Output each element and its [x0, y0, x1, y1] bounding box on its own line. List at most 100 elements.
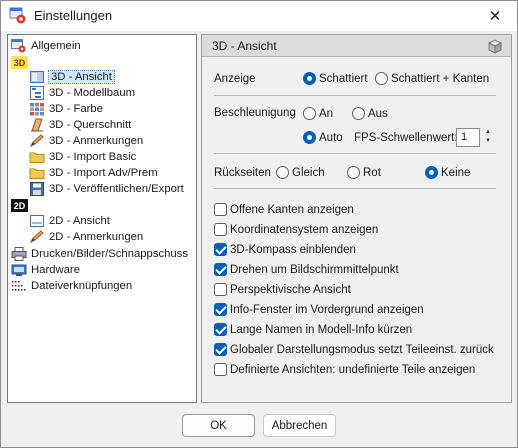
folder-icon	[29, 152, 45, 163]
rueckseiten-label: Rückseiten	[214, 167, 271, 179]
rueckseiten-keine-label[interactable]: Keine	[441, 167, 470, 179]
close-icon: ✕	[488, 8, 502, 25]
tree-item-label: Hardware	[31, 264, 80, 276]
tree-item-3d-export[interactable]: 3D - Veröffentlichen/Export	[29, 181, 184, 197]
pencil-icon	[29, 134, 44, 148]
definierte-ansichten-label[interactable]: Definierte Ansichten: undefinierte Teile…	[230, 364, 475, 376]
tree-item-3d-querschnitt[interactable]: 3D - Querschnitt	[29, 117, 131, 133]
file-links-icon	[12, 281, 26, 291]
tree-item-dateiverknuepfungen[interactable]: Dateiverknüpfungen	[11, 278, 132, 294]
anzeige-kanten-radio[interactable]	[375, 72, 388, 85]
hardware-icon	[11, 264, 27, 276]
settings-dialog: Einstellungen ✕ Allgemein 3D 3D - Ansich…	[0, 0, 518, 448]
drehen-label[interactable]: Drehen um Bildschirmmittelpunkt	[230, 264, 399, 276]
cube-icon	[487, 39, 503, 54]
tree-item-label: 3D - Modellbaum	[49, 87, 136, 99]
separator	[214, 153, 496, 154]
save-icon	[30, 182, 44, 196]
title-bar: Einstellungen ✕	[1, 1, 517, 31]
koordinatensystem-checkbox[interactable]	[214, 223, 227, 236]
tree-item-2d-anmerkungen[interactable]: 2D - Anmerkungen	[29, 229, 143, 245]
tree-item-label: Allgemein	[31, 40, 81, 52]
lange-namen-label[interactable]: Lange Namen in Modell-Info kürzen	[230, 324, 412, 336]
beschleunigung-aus-radio[interactable]	[352, 107, 365, 120]
tree-item-3d-farbe[interactable]: 3D - Farbe	[29, 101, 103, 117]
separator	[214, 95, 496, 96]
tree-item-label: 3D - Import Basic	[49, 151, 137, 163]
lange-namen-checkbox[interactable]	[214, 323, 227, 336]
koordinatensystem-label[interactable]: Koordinatensystem anzeigen	[230, 224, 378, 236]
darstellungsmodus-checkbox[interactable]	[214, 343, 227, 356]
kompass-checkbox[interactable]	[214, 243, 227, 256]
tree-item-label: 3D - Import Adv/Prem	[49, 167, 158, 179]
spin-up-icon[interactable]: ▲	[482, 128, 494, 137]
pencil-icon	[29, 230, 44, 244]
settings-icon	[11, 39, 26, 53]
info-fenster-label[interactable]: Info-Fenster im Vordergrund anzeigen	[230, 304, 424, 316]
spin-down-icon[interactable]: ▼	[482, 137, 494, 146]
perspektive-label[interactable]: Perspektivische Ansicht	[230, 284, 351, 296]
tree-item-hardware[interactable]: Hardware	[11, 262, 80, 278]
view-icon	[30, 215, 44, 227]
info-fenster-checkbox[interactable]	[214, 303, 227, 316]
beschleunigung-auto-radio[interactable]	[303, 131, 316, 144]
tree-item-3d-anmerkungen[interactable]: 3D - Anmerkungen	[29, 133, 143, 149]
tree-group-2d-badge: 2D	[11, 199, 28, 212]
panel-title: 3D - Ansicht	[212, 39, 277, 53]
kompass-label[interactable]: 3D-Kompass einblenden	[230, 244, 356, 256]
rueckseiten-rot-radio[interactable]	[347, 166, 360, 179]
folder-icon	[29, 168, 45, 179]
fps-threshold-label: FPS-Schwellenwert:	[354, 132, 458, 144]
app-settings-icon	[9, 7, 26, 24]
tree-item-2d-ansicht[interactable]: 2D - Ansicht	[29, 213, 110, 229]
tree-item-3d-import-basic[interactable]: 3D - Import Basic	[29, 149, 136, 165]
tree-item-label: 3D - Querschnitt	[49, 119, 132, 131]
darstellungsmodus-label[interactable]: Globaler Darstellungsmodus setzt Teileei…	[230, 344, 494, 356]
rueckseiten-rot-label[interactable]: Rot	[363, 167, 381, 179]
tree-item-label: 2D - Ansicht	[49, 215, 110, 227]
anzeige-label: Anzeige	[214, 73, 256, 85]
tree-item-label: 3D - Anmerkungen	[49, 135, 144, 147]
tree-item-allgemein[interactable]: Allgemein	[11, 38, 81, 54]
rueckseiten-gleich-label[interactable]: Gleich	[292, 167, 325, 179]
tree-item-label: 3D - Veröffentlichen/Export	[49, 183, 184, 195]
tree-item-3d-ansicht[interactable]: 3D - Ansicht	[29, 69, 115, 85]
close-button[interactable]: ✕	[477, 3, 513, 29]
tree-item-label: 3D - Farbe	[49, 103, 103, 115]
tree-item-label: 2D - Anmerkungen	[49, 231, 144, 243]
beschleunigung-aus-label[interactable]: Aus	[368, 108, 388, 120]
drehen-checkbox[interactable]	[214, 263, 227, 276]
rueckseiten-keine-radio[interactable]	[425, 166, 438, 179]
model-tree-icon	[30, 86, 44, 100]
fps-threshold-stepper[interactable]: ▲ ▼	[482, 128, 494, 147]
beschleunigung-label: Beschleunigung	[214, 107, 296, 119]
anzeige-kanten-label[interactable]: Schattiert + Kanten	[391, 73, 489, 85]
tree-item-3d-modellbaum[interactable]: 3D - Modellbaum	[29, 85, 135, 101]
color-grid-icon	[30, 103, 44, 116]
tree-group-3d-badge: 3D	[11, 56, 28, 69]
offene-kanten-label[interactable]: Offene Kanten anzeigen	[230, 204, 354, 216]
anzeige-schattiert-radio[interactable]	[303, 72, 316, 85]
beschleunigung-an-radio[interactable]	[303, 107, 316, 120]
tree-item-3d-import-adv[interactable]: 3D - Import Adv/Prem	[29, 165, 158, 181]
view-icon	[30, 71, 44, 83]
printer-icon	[11, 247, 27, 261]
rueckseiten-gleich-radio[interactable]	[276, 166, 289, 179]
settings-panel: 3D - Ansicht Anzeige Schattiert Schattie…	[201, 34, 512, 403]
perspektive-checkbox[interactable]	[214, 283, 227, 296]
offene-kanten-checkbox[interactable]	[214, 203, 227, 216]
window-title: Einstellungen	[34, 8, 113, 23]
panel-header: 3D - Ansicht	[202, 35, 511, 57]
tree-item-label: 3D - Ansicht	[48, 70, 115, 84]
beschleunigung-an-label[interactable]: An	[319, 108, 333, 120]
beschleunigung-auto-label[interactable]: Auto	[319, 132, 343, 144]
fps-threshold-input[interactable]: 1	[456, 128, 480, 147]
tree-item-drucken[interactable]: Drucken/Bilder/Schnappschuss	[11, 246, 188, 262]
settings-tree[interactable]: Allgemein 3D 3D - Ansicht 3D - Modellbau…	[7, 34, 197, 403]
ok-button[interactable]: OK	[182, 414, 255, 437]
tree-item-label: Dateiverknüpfungen	[31, 280, 133, 292]
cancel-button[interactable]: Abbrechen	[263, 414, 336, 437]
definierte-ansichten-checkbox[interactable]	[214, 363, 227, 376]
cross-section-icon	[31, 118, 43, 132]
anzeige-schattiert-label[interactable]: Schattiert	[319, 73, 368, 85]
